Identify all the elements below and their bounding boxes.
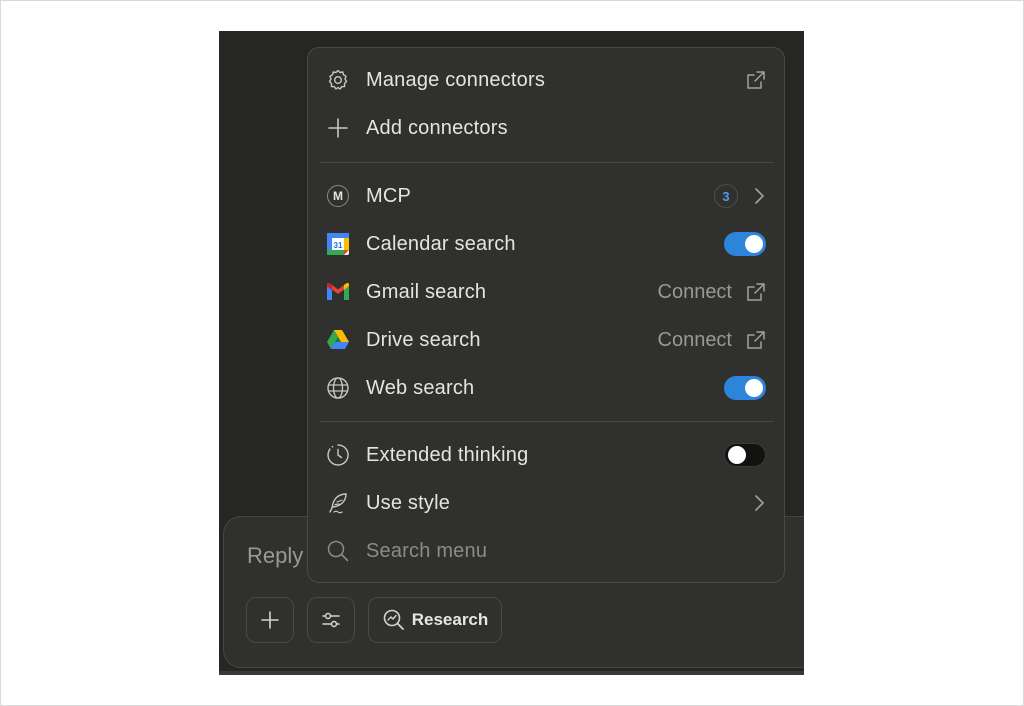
menu-search[interactable]: Search menu — [308, 529, 784, 573]
external-link-icon — [747, 283, 765, 301]
toggle-knob — [745, 235, 763, 253]
drive-search-label: Drive search — [366, 328, 481, 351]
manage-connectors-label: Manage connectors — [366, 68, 546, 91]
extended-thinking-label: Extended thinking — [366, 443, 529, 466]
menu-divider — [320, 162, 774, 163]
chevron-right-icon — [755, 495, 764, 511]
menu-item-mcp[interactable]: M MCP 3 — [308, 174, 784, 218]
menu-item-gmail-search[interactable]: Gmail search Connect — [308, 270, 784, 314]
mcp-icon-letter: M — [327, 185, 349, 207]
globe-icon — [326, 376, 350, 400]
research-button-label: Research — [411, 610, 489, 629]
search-icon — [326, 539, 350, 563]
mcp-icon: M — [326, 184, 350, 208]
toggle-knob — [728, 446, 746, 464]
tools-button[interactable] — [307, 597, 355, 643]
calendar-search-label: Calendar search — [366, 232, 516, 255]
menu-divider — [320, 421, 774, 422]
mcp-count-badge: 3 — [714, 184, 738, 208]
use-style-label: Use style — [366, 491, 451, 514]
menu-item-add-connectors[interactable]: Add connectors — [308, 106, 784, 150]
search-menu-input[interactable]: Search menu — [366, 540, 487, 563]
menu-item-calendar-search[interactable]: 31 Calendar search — [308, 222, 784, 266]
clock-icon — [326, 443, 350, 467]
external-link-icon — [747, 331, 765, 349]
drive-connect-link[interactable]: Connect — [658, 329, 733, 352]
research-icon — [383, 609, 404, 630]
chevron-right-icon — [755, 188, 764, 204]
mcp-label: MCP — [366, 184, 412, 207]
calendar-search-toggle[interactable] — [724, 232, 766, 256]
feather-icon — [326, 491, 350, 515]
plus-icon — [261, 611, 279, 629]
add-attachment-button[interactable] — [246, 597, 294, 643]
gmail-search-label: Gmail search — [366, 280, 487, 303]
calendar-icon-text: 31 — [334, 241, 343, 250]
sliders-icon — [322, 612, 340, 628]
gear-icon — [326, 68, 350, 92]
google-calendar-icon: 31 — [326, 232, 350, 256]
menu-item-use-style[interactable]: Use style — [308, 481, 784, 525]
web-search-toggle[interactable] — [724, 376, 766, 400]
gmail-connect-link[interactable]: Connect — [658, 281, 733, 304]
reply-input-placeholder[interactable]: Reply — [247, 543, 303, 569]
bottom-strip — [219, 671, 804, 675]
extended-thinking-toggle[interactable] — [724, 443, 766, 467]
google-drive-icon — [326, 328, 350, 352]
menu-item-manage-connectors[interactable]: Manage connectors — [308, 58, 784, 102]
web-search-label: Web search — [366, 376, 475, 399]
menu-item-drive-search[interactable]: Drive search Connect — [308, 318, 784, 362]
tools-menu: Manage connectors Add connectors M MCP 3 — [307, 47, 785, 583]
research-button[interactable]: Research — [368, 597, 502, 643]
add-connectors-label: Add connectors — [366, 116, 508, 139]
toggle-knob — [745, 379, 763, 397]
menu-item-extended-thinking[interactable]: Extended thinking — [308, 433, 784, 477]
menu-item-web-search[interactable]: Web search — [308, 366, 784, 410]
external-link-icon — [747, 71, 765, 89]
plus-icon — [326, 116, 350, 140]
gmail-icon — [326, 280, 350, 304]
